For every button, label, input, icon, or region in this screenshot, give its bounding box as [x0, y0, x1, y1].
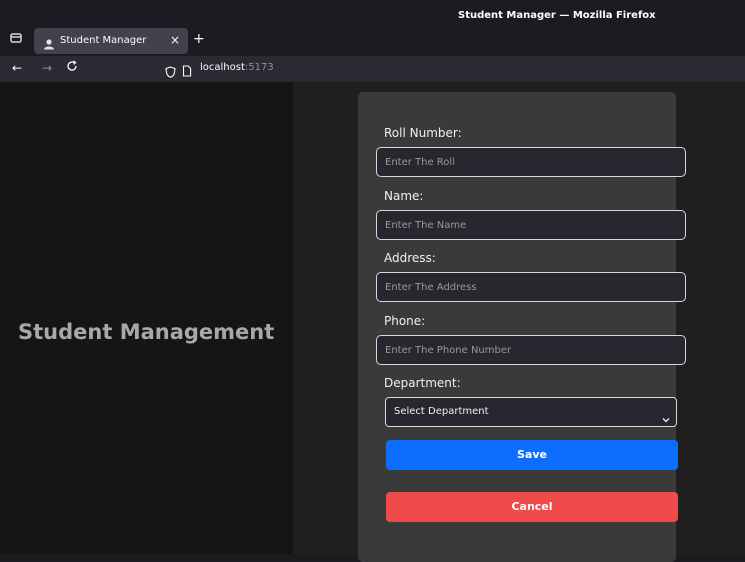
department-selected-value: Select Department — [394, 406, 489, 417]
roll-number-label: Roll Number: — [384, 126, 462, 140]
url-port: :5173 — [244, 62, 274, 73]
tab-list-icon[interactable] — [10, 32, 24, 46]
chevron-down-icon — [662, 408, 670, 427]
phone-input[interactable] — [376, 335, 686, 365]
page-icon — [182, 62, 192, 81]
student-form-card: Roll Number: Name: Address: Phone: Depar… — [358, 92, 686, 562]
tab-student-manager[interactable]: Student Manager × — [34, 28, 188, 54]
back-button[interactable]: ← — [12, 61, 22, 75]
cancel-button[interactable]: Cancel — [386, 492, 678, 522]
roll-number-input[interactable] — [376, 147, 686, 177]
new-tab-button[interactable]: + — [193, 31, 205, 47]
reload-button[interactable] — [66, 60, 78, 76]
shield-icon[interactable] — [165, 63, 176, 82]
forward-button[interactable]: → — [42, 61, 52, 75]
window-titlebar: Student Manager — Mozilla Firefox — [0, 0, 745, 24]
department-label: Department: — [384, 376, 461, 390]
navigation-toolbar: ← → localhost:5173 — [0, 56, 745, 82]
person-icon — [43, 35, 55, 50]
address-label: Address: — [384, 251, 436, 265]
name-label: Name: — [384, 189, 424, 203]
save-button[interactable]: Save — [386, 440, 678, 470]
address-input[interactable] — [376, 272, 686, 302]
name-input[interactable] — [376, 210, 686, 240]
phone-label: Phone: — [384, 314, 426, 328]
page-viewport: Student Management Roll Number: Name: Ad… — [0, 82, 745, 562]
tab-close-icon[interactable]: × — [170, 33, 180, 47]
tab-bar: Student Manager × — [0, 24, 745, 56]
tab-title: Student Manager — [60, 35, 147, 46]
department-select[interactable]: Select Department — [385, 397, 677, 427]
url-bar[interactable]: localhost:5173 — [200, 62, 274, 73]
left-panel: Student Management — [0, 82, 293, 554]
url-host: localhost — [200, 62, 245, 73]
page-heading: Student Management — [18, 320, 275, 344]
window-title: Student Manager — Mozilla Firefox — [458, 10, 656, 21]
